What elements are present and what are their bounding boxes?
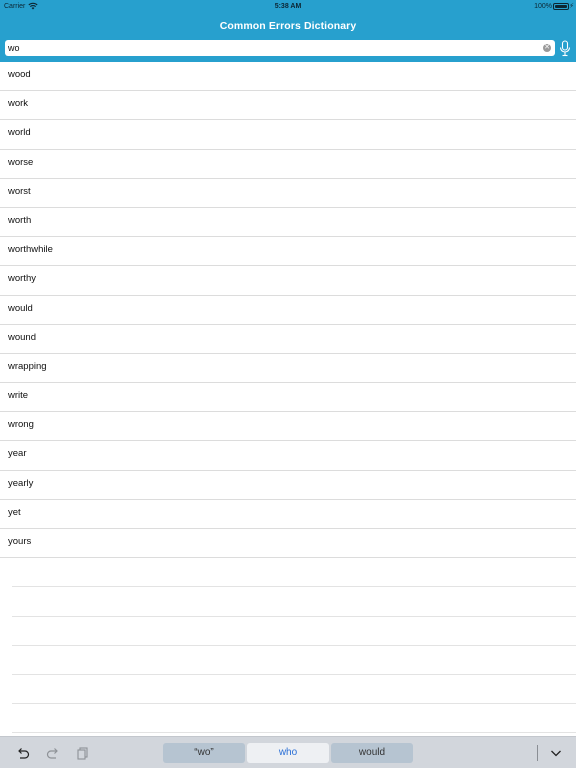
list-item[interactable]: yearly: [0, 471, 576, 500]
navigation-bar: Carrier 5:38 AM 100% ⚡ Common Errors Dic…: [0, 0, 576, 62]
charging-icon: ⚡: [569, 3, 574, 10]
suggestion-typed[interactable]: “wo”: [163, 743, 245, 763]
list-item[interactable]: yours: [0, 529, 576, 559]
battery-icon: [553, 3, 569, 10]
list-item[interactable]: work: [0, 91, 576, 121]
list-item-label: worthwhile: [8, 244, 53, 256]
list-item[interactable]: yet: [0, 500, 576, 529]
list-item[interactable]: worst: [0, 179, 576, 208]
microphone-icon[interactable]: [559, 40, 571, 57]
redo-icon[interactable]: [46, 746, 60, 760]
keyboard-shortcut-bar: “wo” who would: [0, 736, 576, 768]
list-item[interactable]: would: [0, 296, 576, 325]
list-item-label: yours: [8, 536, 32, 547]
list-item-label: yet: [8, 506, 21, 518]
status-bar: Carrier 5:38 AM 100% ⚡: [0, 0, 576, 13]
battery-percentage: 100%: [534, 3, 552, 10]
list-item[interactable]: write: [0, 383, 576, 413]
page-title: Common Errors Dictionary: [219, 20, 357, 32]
list-item-label: worst: [8, 185, 31, 197]
list-item-label: wound: [8, 331, 36, 343]
empty-row: [12, 646, 576, 675]
undo-icon[interactable]: [16, 746, 30, 760]
search-bar: ✕: [5, 40, 555, 56]
list-item-label: worth: [8, 214, 32, 226]
list-item-label: wood: [8, 69, 31, 80]
list-item-label: wrapping: [8, 360, 47, 372]
empty-row: [12, 675, 576, 705]
list-item[interactable]: wrapping: [0, 354, 576, 384]
suggestion-who[interactable]: who: [247, 743, 329, 763]
list-item-label: yearly: [8, 477, 34, 489]
empty-row: [12, 587, 576, 617]
list-item[interactable]: year: [0, 441, 576, 471]
list-item[interactable]: wood: [0, 62, 576, 92]
dismiss-keyboard-icon[interactable]: [549, 746, 563, 760]
suggestion-would[interactable]: would: [331, 743, 413, 763]
empty-row: [12, 617, 576, 646]
list-item-label: year: [8, 448, 27, 460]
clear-search-icon[interactable]: ✕: [543, 44, 551, 52]
search-input[interactable]: [5, 40, 535, 56]
paste-icon[interactable]: [76, 746, 90, 760]
toolbar-divider: [537, 745, 538, 761]
list-item-label: worthy: [8, 273, 36, 285]
results-list: wood work world worse worst worth worthwhile wo…: [0, 62, 576, 734]
list-item-label: work: [8, 98, 29, 110]
list-item[interactable]: world: [0, 120, 576, 150]
list-item-label: write: [8, 390, 29, 402]
list-item-label: wrong: [8, 419, 34, 431]
status-time: 5:38 AM: [274, 3, 302, 10]
list-item-label: world: [8, 127, 31, 139]
list-item[interactable]: worthy: [0, 266, 576, 296]
list-item-label: would: [8, 302, 33, 314]
empty-row: [12, 704, 576, 734]
list-item[interactable]: worse: [0, 150, 576, 179]
list-item[interactable]: worthwhile: [0, 237, 576, 267]
list-item-label: worse: [8, 156, 34, 168]
empty-row: [12, 558, 576, 588]
list-item[interactable]: wound: [0, 325, 576, 354]
list-item[interactable]: wrong: [0, 412, 576, 442]
list-item[interactable]: worth: [0, 208, 576, 238]
